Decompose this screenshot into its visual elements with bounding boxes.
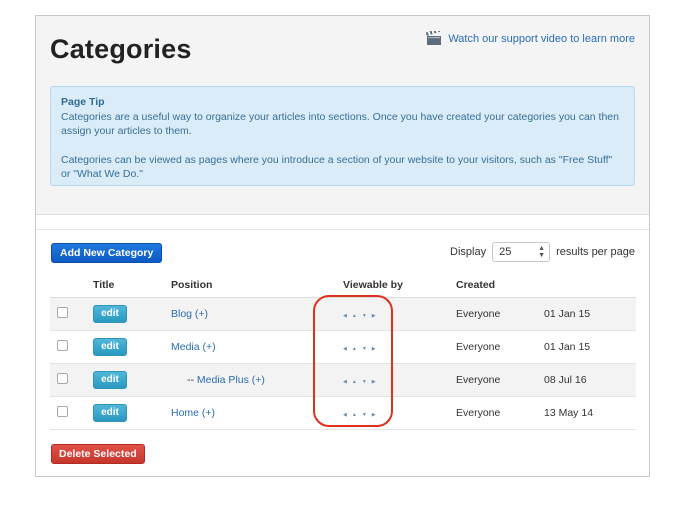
created-date: 01 Jan 15 (544, 297, 636, 331)
viewable-by-value: Everyone (456, 396, 544, 430)
edit-button[interactable]: edit (93, 404, 127, 422)
page-title: Categories (50, 34, 192, 64)
results-per-page-select[interactable]: 25 ▲ ▼ (492, 242, 551, 262)
row-checkbox[interactable] (57, 406, 68, 417)
edit-button[interactable]: edit (93, 305, 127, 323)
viewable-by-value: Everyone (456, 363, 544, 397)
select-updown-icon: ▲ ▼ (538, 245, 546, 259)
header-panel: Categories Watch our support video to le… (36, 16, 649, 215)
header-checkbox-cell (50, 272, 93, 298)
column-header-viewable-by: Viewable by (343, 272, 456, 298)
add-new-category-button[interactable]: Add New Category (51, 243, 163, 263)
clapperboard-icon (426, 31, 442, 45)
header-empty-cell (544, 272, 636, 298)
column-header-title: Title (93, 272, 171, 298)
page-tip-paragraph-1: Categories are a useful way to organize … (61, 110, 619, 138)
category-link-home[interactable]: Home (+) (171, 407, 215, 419)
viewable-by-value: Everyone (456, 330, 544, 364)
created-date: 01 Jan 15 (544, 330, 636, 364)
table-header-row: Title Position Viewable by Created (50, 272, 636, 298)
row-checkbox[interactable] (57, 307, 68, 318)
results-select-value: 25 (499, 246, 512, 258)
page-tip-box: Page Tip Categories are a useful way to … (50, 86, 635, 186)
row-checkbox[interactable] (57, 373, 68, 384)
annotation-highlight (313, 295, 393, 427)
delete-selected-button[interactable]: Delete Selected (51, 444, 145, 464)
child-prefix: -- (187, 374, 197, 386)
page-tip-heading: Page Tip (61, 96, 105, 108)
display-label: Display (450, 246, 487, 258)
created-date: 08 Jul 16 (544, 363, 636, 397)
column-header-created: Created (456, 272, 544, 298)
category-link-media[interactable]: Media (+) (171, 341, 216, 353)
created-date: 13 May 14 (544, 396, 636, 430)
category-link-media-plus[interactable]: Media Plus (+) (197, 374, 265, 386)
support-link-text: Watch our support video to learn more (448, 32, 635, 45)
page-tip-paragraph-2: Categories can be viewed as pages where … (61, 153, 613, 181)
column-header-position: Position (171, 272, 343, 298)
viewable-by-value: Everyone (456, 297, 544, 331)
category-link-blog[interactable]: Blog (+) (171, 308, 208, 320)
edit-button[interactable]: edit (93, 371, 127, 389)
edit-button[interactable]: edit (93, 338, 127, 356)
row-checkbox[interactable] (57, 340, 68, 351)
divider-strip (36, 215, 649, 230)
results-suffix-label: results per page (556, 246, 635, 258)
support-video-link[interactable]: Watch our support video to learn more (426, 31, 635, 46)
results-per-page-control: Display 25 ▲ ▼ results per page (450, 242, 635, 262)
